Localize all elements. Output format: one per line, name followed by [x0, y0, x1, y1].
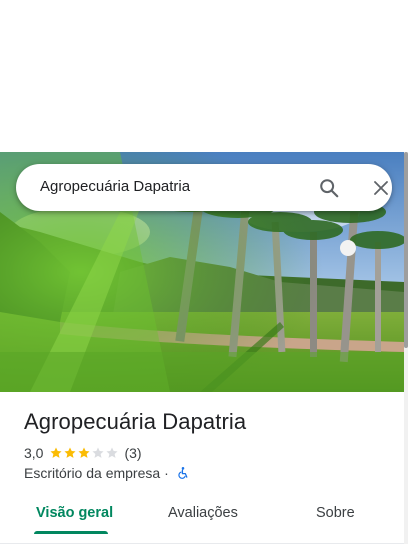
star-rating [49, 446, 119, 460]
rating-value: 3,0 [24, 445, 44, 461]
search-bar[interactable]: Agropecuária Dapatria [16, 164, 392, 211]
tab-overview[interactable]: Visão geral [36, 505, 113, 521]
star-filled-icon [50, 447, 63, 458]
tab-about[interactable]: Sobre [316, 505, 355, 521]
review-count[interactable]: (3) [124, 445, 141, 461]
star-filled-icon [78, 447, 91, 458]
place-tabs: Visão geral Avaliações Sobre [0, 500, 404, 544]
category-row: Escritório da empresa · [24, 465, 190, 481]
close-icon [374, 181, 388, 195]
star-empty-icon [92, 447, 105, 458]
scrollbar-thumb[interactable] [404, 152, 408, 348]
tab-reviews[interactable]: Avaliações [168, 505, 238, 521]
star-filled-icon [64, 447, 77, 458]
close-button[interactable] [368, 175, 394, 201]
place-title: Agropecuária Dapatria [24, 409, 247, 434]
wheelchair-icon[interactable] [176, 466, 190, 480]
star-empty-icon [106, 447, 119, 458]
blank-area [0, 0, 408, 152]
search-icon [320, 179, 339, 198]
active-tab-indicator [34, 531, 108, 534]
separator-dot: · [164, 465, 169, 481]
rating-row: 3,0 (3) [24, 445, 142, 461]
place-category[interactable]: Escritório da empresa [24, 465, 160, 481]
search-button[interactable] [316, 175, 342, 201]
search-input[interactable]: Agropecuária Dapatria [40, 178, 190, 195]
